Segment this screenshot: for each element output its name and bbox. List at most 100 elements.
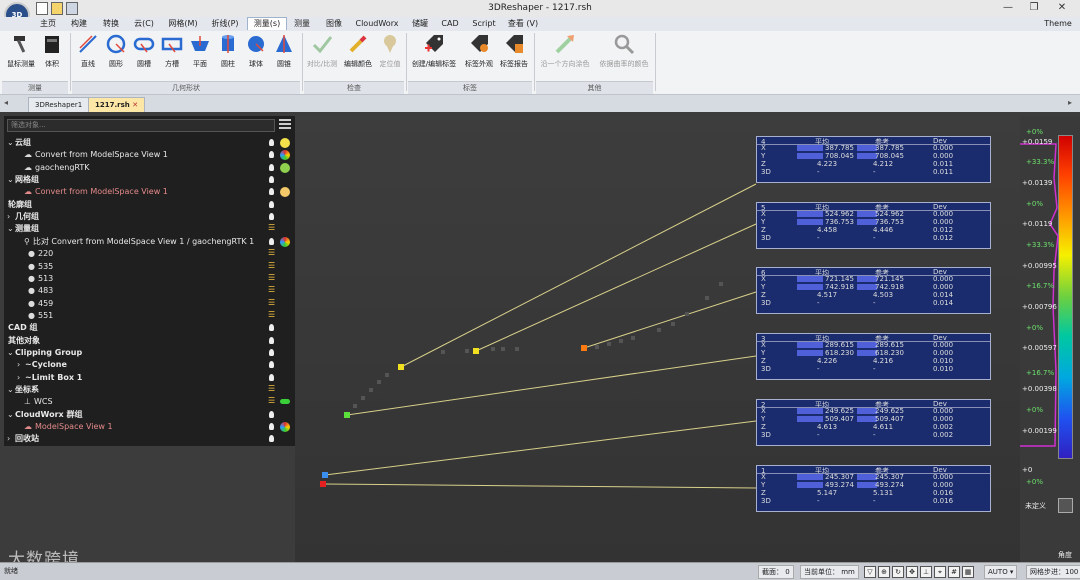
3d-viewport[interactable]: 4 平均 参考 Dev X 387.785 387.785 0.000 Y 708.045 708.… (295, 116, 1020, 562)
measure-wave-icon[interactable]: ☰ (268, 273, 275, 282)
visibility-bulb-icon[interactable] (269, 139, 274, 146)
tree-item[interactable]: ● 220 (28, 248, 53, 260)
measure-label-card[interactable]: 3 平均 参考 Dev X 289.615 289.615 0.000 Y 618.230 618.… (756, 333, 991, 380)
expand-toggle-icon[interactable]: › (7, 434, 10, 443)
create-edit-label-button[interactable]: 创建/编辑标签 (408, 33, 460, 69)
compare-button[interactable]: 对比/比测 (304, 33, 340, 69)
visibility-bulb-icon[interactable] (269, 324, 274, 332)
expand-toggle-icon[interactable]: ⌄ (7, 224, 14, 233)
tree-item[interactable]: ☁ Convert from ModelSpace View 1 (24, 149, 168, 161)
color-mode-icon[interactable] (280, 150, 290, 161)
menu-mesh[interactable]: 网格(M) (164, 18, 202, 30)
tree-item[interactable]: ● 459 (28, 298, 53, 310)
measure-label-card[interactable]: 2 平均 参考 Dev X 249.625 249.625 0.000 Y 509.407 509.… (756, 399, 991, 446)
color-mode-icon[interactable] (280, 236, 290, 247)
tree-item[interactable]: ☁ Convert from ModelSpace View 1 (24, 186, 168, 198)
snap-icon[interactable]: ⌖ (934, 566, 946, 578)
tree-item[interactable]: ☁ gaochengRTK (24, 162, 90, 174)
tree-item[interactable]: ● 513 (28, 273, 53, 285)
visibility-bulb-icon[interactable] (269, 200, 274, 208)
tab-3dreshaper1[interactable]: 3DReshaper1 (28, 97, 90, 112)
tree-item[interactable]: ☁ ModelSpace View 1 (24, 421, 113, 433)
expand-toggle-icon[interactable]: › (17, 360, 20, 369)
tree-item[interactable]: 轮廓组 (8, 199, 32, 211)
rotate-icon[interactable]: ↻ (892, 566, 904, 578)
label-report-button[interactable]: 标签报告 (497, 33, 531, 69)
visibility-bulb-icon[interactable] (269, 336, 274, 344)
visibility-bulb-icon[interactable] (269, 188, 274, 196)
measure-label-card[interactable]: 6 平均 参考 Dev X 721.145 721.145 0.000 Y 742.918 742.… (756, 267, 991, 314)
measure-wave-icon[interactable]: ☰ (268, 310, 275, 319)
tree-item[interactable]: Clipping Group (15, 347, 82, 359)
menu-view[interactable]: 查看 (V) (506, 18, 540, 30)
measure-label-card[interactable]: 4 平均 参考 Dev X 387.785 387.785 0.000 Y 708.045 708.… (756, 136, 991, 183)
close-icon[interactable]: ✕ (1050, 1, 1074, 15)
visibility-bulb-icon[interactable] (269, 361, 274, 369)
minimize-icon[interactable]: — (996, 1, 1020, 15)
cone-button[interactable]: 圆锥 (270, 33, 298, 69)
cylinder-button[interactable]: 圆柱 (214, 33, 242, 69)
menu-home[interactable]: 主页 (36, 18, 60, 30)
zoom-icon[interactable]: ⊕ (878, 566, 890, 578)
measure-wave-icon[interactable]: ☰ (268, 261, 275, 270)
menu-cloud[interactable]: 云(C) (130, 18, 158, 30)
measure-wave-icon[interactable]: ☰ (268, 248, 275, 257)
color-mode-icon[interactable] (280, 162, 290, 173)
volume-button[interactable]: 体积 (40, 33, 64, 69)
slot-button[interactable]: 圆槽 (130, 33, 158, 69)
sphere-button[interactable]: 球体 (242, 33, 270, 69)
filter-input[interactable]: 筛选对象... (7, 119, 275, 132)
locate-value-button[interactable]: 定位值 (376, 33, 404, 69)
tab-scroll-right-icon[interactable]: ▸ (1068, 98, 1072, 107)
mouse-measure-button[interactable]: 鼠标测量 (5, 33, 37, 69)
visibility-bulb-icon[interactable] (269, 213, 274, 221)
menu-script[interactable]: Script (470, 18, 498, 30)
undefined-color-swatch[interactable] (1058, 498, 1073, 513)
measure-label-card[interactable]: 1 平均 参考 Dev X 245.307 245.307 0.000 Y 493.274 493.… (756, 465, 991, 512)
measure-point-5[interactable] (473, 348, 479, 354)
tree-item[interactable]: CloudWorx 群组 (15, 409, 82, 421)
curvature-color-button[interactable]: 依据曲率的颜色 (596, 33, 652, 69)
tree-item[interactable]: ~Limit Box 1 (25, 372, 82, 384)
tree-item[interactable]: ● 483 (28, 285, 53, 297)
visibility-bulb-icon[interactable] (269, 373, 274, 381)
expand-toggle-icon[interactable]: › (17, 373, 20, 382)
tree-menu-icon[interactable] (279, 119, 291, 130)
expand-toggle-icon[interactable]: ⌄ (7, 385, 14, 394)
menu-measure-s[interactable]: 测量(s) (247, 17, 287, 30)
edit-color-button[interactable]: 编辑颜色 (340, 33, 376, 69)
color-mode-icon[interactable] (280, 422, 290, 433)
color-mode-icon[interactable] (280, 187, 290, 198)
tree-item[interactable]: ~Cyclone (25, 359, 67, 371)
visibility-bulb-icon[interactable] (269, 151, 274, 159)
tab-close-icon[interactable]: ✕ (132, 101, 138, 109)
visibility-bulb-icon[interactable] (269, 423, 274, 431)
menu-transform[interactable]: 转换 (98, 18, 124, 30)
tree-item[interactable]: ● 551 (28, 310, 53, 322)
tab-scroll-left-icon[interactable]: ◂ (4, 98, 8, 107)
restore-icon[interactable]: ❐ (1022, 1, 1046, 15)
filter-view-icon[interactable]: ▽ (864, 566, 876, 578)
visibility-bulb-icon[interactable] (269, 163, 274, 171)
menu-polyline[interactable]: 折线(P) (208, 18, 242, 30)
auto-dropdown[interactable]: AUTO ▾ (984, 565, 1018, 579)
align-icon[interactable]: ⊥ (920, 566, 932, 578)
plane-button[interactable]: 平面 (186, 33, 214, 69)
visibility-bulb-icon[interactable] (269, 237, 274, 245)
expand-toggle-icon[interactable]: › (7, 212, 10, 221)
theme-dropdown[interactable]: Theme (1040, 18, 1076, 30)
tree-item[interactable]: ● 535 (28, 261, 53, 273)
circle-button[interactable]: 圆形 (102, 33, 130, 69)
measure-wave-icon[interactable]: ☰ (268, 298, 275, 307)
visibility-bulb-icon[interactable] (269, 176, 274, 184)
tree-item[interactable]: 网格组 (15, 174, 39, 186)
color-mode-icon[interactable] (280, 138, 290, 148)
label-style-button[interactable]: 标签外观 (461, 33, 497, 69)
menu-measure[interactable]: 测量 (290, 18, 314, 30)
tree-item[interactable]: 其他对象 (8, 335, 40, 347)
measure-point-6[interactable] (581, 345, 587, 351)
tree-item[interactable]: 坐标系 (15, 384, 39, 396)
grid-icon[interactable]: # (948, 566, 960, 578)
expand-toggle-icon[interactable]: ⌄ (7, 410, 14, 419)
menu-image[interactable]: 图像 (322, 18, 346, 30)
